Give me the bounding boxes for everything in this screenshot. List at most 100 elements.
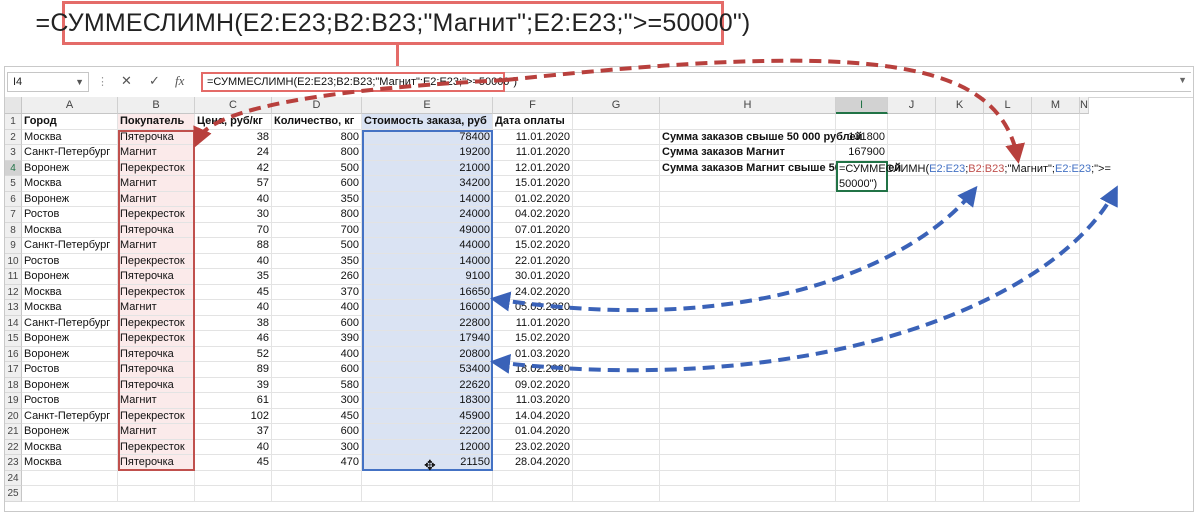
empty-cell[interactable] [936, 439, 984, 455]
empty-cell[interactable] [660, 377, 836, 393]
empty-cell[interactable] [984, 377, 1032, 393]
table-cell-date[interactable]: 01.04.2020 [493, 424, 573, 440]
table-cell-buyer[interactable]: Перекресток [118, 253, 195, 269]
empty-cell[interactable] [493, 470, 573, 486]
empty-cell[interactable] [1032, 114, 1080, 130]
header-cell-buyer[interactable]: Покупатель [118, 114, 195, 130]
empty-cell[interactable] [888, 470, 936, 486]
empty-cell[interactable] [660, 114, 836, 130]
table-cell-date[interactable]: 24.02.2020 [493, 284, 573, 300]
empty-cell[interactable] [984, 470, 1032, 486]
empty-cell[interactable] [888, 191, 936, 207]
table-cell-buyer[interactable]: Перекресток [118, 315, 195, 331]
empty-cell[interactable] [1032, 331, 1080, 347]
table-cell-cost[interactable]: 53400 [362, 362, 493, 378]
column-header-g[interactable]: G [573, 97, 660, 114]
table-cell-price[interactable]: 40 [195, 300, 272, 316]
row-header-19[interactable]: 19 [5, 393, 22, 409]
column-header-c[interactable]: C [195, 97, 272, 114]
table-cell-city[interactable]: Санкт-Петербург [22, 408, 118, 424]
table-cell-city[interactable]: Санкт-Петербург [22, 238, 118, 254]
empty-cell[interactable] [836, 238, 888, 254]
empty-cell[interactable] [660, 191, 836, 207]
empty-cell[interactable] [836, 331, 888, 347]
table-cell-date[interactable]: 14.04.2020 [493, 408, 573, 424]
empty-cell[interactable] [573, 424, 660, 440]
empty-cell[interactable] [984, 191, 1032, 207]
table-cell-price[interactable]: 52 [195, 346, 272, 362]
empty-cell[interactable] [888, 207, 936, 223]
empty-cell[interactable] [836, 346, 888, 362]
empty-cell[interactable] [1032, 362, 1080, 378]
table-cell-price[interactable]: 102 [195, 408, 272, 424]
empty-cell[interactable] [660, 439, 836, 455]
row-header-10[interactable]: 10 [5, 253, 22, 269]
header-cell-price[interactable]: Цена, руб/кг [195, 114, 272, 130]
column-header-j[interactable]: J [888, 97, 936, 114]
table-cell-qty[interactable]: 300 [272, 439, 362, 455]
empty-cell[interactable] [660, 346, 836, 362]
table-cell-date[interactable]: 30.01.2020 [493, 269, 573, 285]
table-cell-cost[interactable]: 78400 [362, 129, 493, 145]
table-cell-qty[interactable]: 800 [272, 145, 362, 161]
empty-cell[interactable] [1032, 486, 1080, 502]
empty-cell[interactable] [984, 486, 1032, 502]
empty-cell[interactable] [888, 145, 936, 161]
row-header-7[interactable]: 7 [5, 207, 22, 223]
table-cell-cost[interactable]: 22800 [362, 315, 493, 331]
empty-cell[interactable] [984, 346, 1032, 362]
table-cell-qty[interactable]: 600 [272, 424, 362, 440]
table-cell-buyer[interactable]: Перекресток [118, 439, 195, 455]
empty-cell[interactable] [573, 346, 660, 362]
empty-cell[interactable] [493, 486, 573, 502]
empty-cell[interactable] [936, 377, 984, 393]
empty-cell[interactable] [573, 160, 660, 176]
empty-cell[interactable] [660, 424, 836, 440]
table-cell-price[interactable]: 89 [195, 362, 272, 378]
empty-cell[interactable] [1032, 207, 1080, 223]
empty-cell[interactable] [1032, 439, 1080, 455]
empty-cell[interactable] [984, 129, 1032, 145]
empty-cell[interactable] [984, 455, 1032, 471]
table-cell-date[interactable]: 11.01.2020 [493, 129, 573, 145]
table-cell-buyer[interactable]: Пятерочка [118, 377, 195, 393]
row-header-4[interactable]: 4 [5, 160, 22, 176]
empty-cell[interactable] [836, 424, 888, 440]
table-cell-qty[interactable]: 800 [272, 207, 362, 223]
table-cell-buyer[interactable]: Пятерочка [118, 346, 195, 362]
table-cell-price[interactable]: 70 [195, 222, 272, 238]
empty-cell[interactable] [888, 129, 936, 145]
summary-label[interactable]: Сумма заказов свыше 50 000 рублей [660, 129, 862, 145]
empty-cell[interactable] [660, 455, 836, 471]
table-cell-buyer[interactable]: Магнит [118, 300, 195, 316]
empty-cell[interactable] [573, 315, 660, 331]
empty-cell[interactable] [888, 362, 936, 378]
empty-cell[interactable] [362, 486, 493, 502]
table-cell-city[interactable]: Москва [22, 284, 118, 300]
table-cell-buyer[interactable]: Магнит [118, 191, 195, 207]
empty-cell[interactable] [888, 253, 936, 269]
empty-cell[interactable] [660, 362, 836, 378]
empty-cell[interactable] [660, 331, 836, 347]
table-cell-price[interactable]: 40 [195, 439, 272, 455]
empty-cell[interactable] [1032, 129, 1080, 145]
empty-cell[interactable] [888, 269, 936, 285]
empty-cell[interactable] [22, 486, 118, 502]
empty-cell[interactable] [660, 269, 836, 285]
table-cell-city[interactable]: Воронеж [22, 424, 118, 440]
table-cell-buyer[interactable]: Перекресток [118, 408, 195, 424]
empty-cell[interactable] [660, 238, 836, 254]
table-cell-qty[interactable]: 600 [272, 362, 362, 378]
empty-cell[interactable] [573, 486, 660, 502]
table-cell-price[interactable]: 30 [195, 207, 272, 223]
empty-cell[interactable] [936, 114, 984, 130]
empty-cell[interactable] [1032, 284, 1080, 300]
table-cell-buyer[interactable]: Перекресток [118, 160, 195, 176]
empty-cell[interactable] [888, 176, 936, 192]
column-header-f[interactable]: F [493, 97, 573, 114]
empty-cell[interactable] [984, 207, 1032, 223]
table-cell-date[interactable]: 23.02.2020 [493, 439, 573, 455]
table-cell-price[interactable]: 40 [195, 253, 272, 269]
empty-cell[interactable] [1032, 377, 1080, 393]
table-cell-price[interactable]: 39 [195, 377, 272, 393]
